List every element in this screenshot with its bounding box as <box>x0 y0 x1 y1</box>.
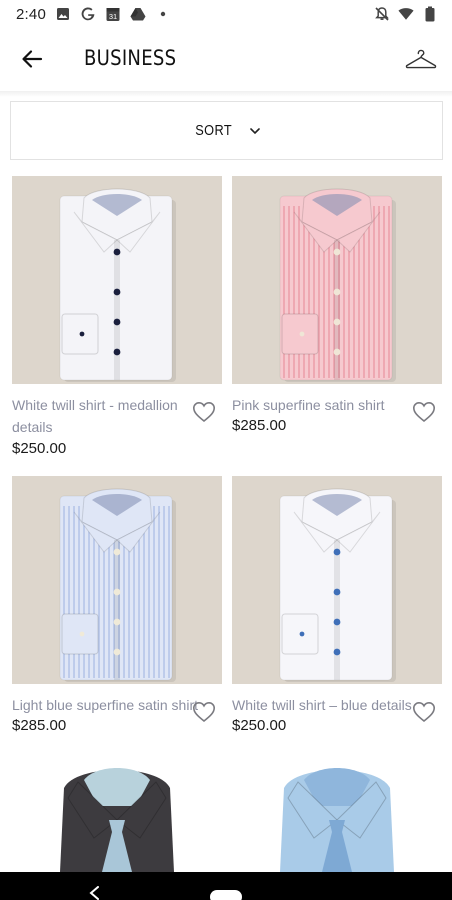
chevron-down-icon <box>250 127 261 134</box>
app-bar-shadow <box>0 91 452 97</box>
heart-icon <box>412 701 436 723</box>
product-card[interactable]: White twill shirt - medallion details $2… <box>12 176 222 457</box>
nav-home-pill[interactable] <box>210 890 242 900</box>
status-left: 2:40 31 <box>16 6 171 23</box>
favorite-button[interactable] <box>191 700 217 724</box>
svg-text:31: 31 <box>109 12 117 21</box>
calendar-31-icon: 31 <box>105 6 121 22</box>
status-bar: 2:40 31 <box>0 0 452 28</box>
image-icon <box>55 6 71 22</box>
status-right <box>374 6 438 22</box>
product-card[interactable]: White twill shirt – blue details $250.00 <box>232 476 442 734</box>
battery-icon <box>422 6 438 22</box>
google-g-icon <box>80 6 96 22</box>
favorite-button[interactable] <box>191 400 217 424</box>
product-card[interactable]: Pink superfine satin shirt $285.00 <box>232 176 442 434</box>
product-name[interactable]: Pink superfine satin shirt <box>232 394 402 416</box>
bell-off-icon <box>374 6 390 22</box>
system-nav-bar <box>0 872 452 900</box>
page-title: BUSINESS <box>84 46 177 70</box>
wardrobe-button[interactable] <box>402 40 440 78</box>
app-bar: BUSINESS <box>0 28 452 90</box>
arrow-left-icon <box>22 50 43 68</box>
product-card[interactable]: Light blue superfine satin shirt $285.00 <box>12 476 222 734</box>
product-image[interactable] <box>12 176 222 384</box>
product-price: $285.00 <box>12 717 67 734</box>
dot-icon <box>155 6 171 22</box>
product-name[interactable]: White twill shirt - medallion details <box>12 394 182 438</box>
product-image[interactable] <box>12 476 222 684</box>
back-button[interactable] <box>14 43 50 75</box>
status-time: 2:40 <box>16 5 46 23</box>
product-image[interactable] <box>232 176 442 384</box>
product-price: $250.00 <box>232 717 287 734</box>
wifi-icon <box>398 6 414 22</box>
sort-button[interactable]: SORT <box>10 101 443 160</box>
sort-label: SORT <box>195 122 232 139</box>
heart-icon <box>412 401 436 423</box>
hanger-icon <box>405 49 437 69</box>
product-image-partial[interactable] <box>12 758 222 872</box>
product-price: $285.00 <box>232 417 287 434</box>
drive-icon <box>130 6 146 22</box>
product-image-partial[interactable] <box>232 758 442 872</box>
heart-icon <box>192 401 216 423</box>
favorite-button[interactable] <box>411 400 437 424</box>
product-name[interactable]: Light blue superfine satin shirt <box>12 694 202 716</box>
heart-icon <box>192 701 216 723</box>
product-name[interactable]: White twill shirt – blue details <box>232 694 412 716</box>
nav-back-icon[interactable] <box>88 886 102 900</box>
favorite-button[interactable] <box>411 700 437 724</box>
product-price: $250.00 <box>12 440 67 457</box>
product-image[interactable] <box>232 476 442 684</box>
